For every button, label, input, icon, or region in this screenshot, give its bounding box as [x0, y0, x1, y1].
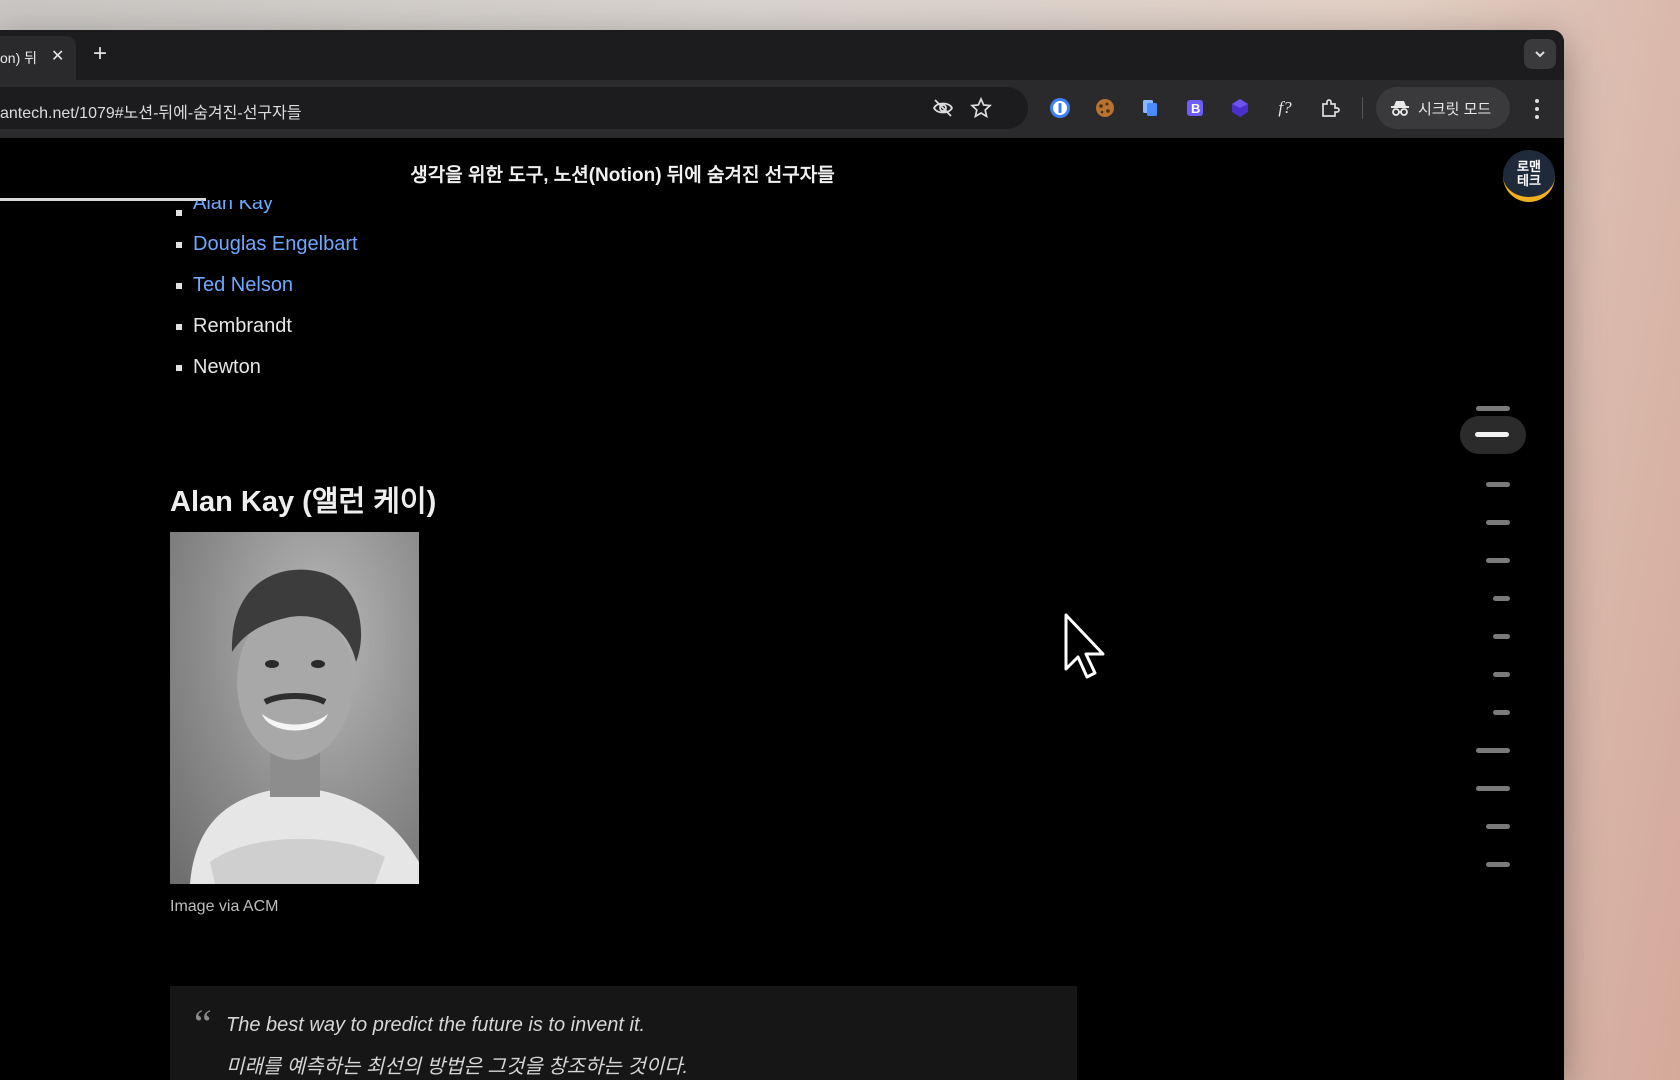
1password-icon[interactable] [1048, 96, 1072, 120]
image-caption: Image via ACM [170, 898, 279, 915]
incognito-icon [1391, 101, 1409, 116]
list-item-douglas-engelbart[interactable]: Douglas Engelbart [176, 232, 358, 273]
list-item-label[interactable]: Ted Nelson [193, 274, 293, 296]
toolbar-divider [1362, 97, 1363, 119]
logo-line2: 테크 [1517, 172, 1541, 188]
toc-marker[interactable] [1476, 748, 1510, 753]
alan-kay-portrait [170, 532, 419, 884]
toc-active-item[interactable] [1460, 416, 1526, 454]
new-tab-button[interactable]: + [93, 40, 107, 68]
star-icon[interactable] [970, 97, 992, 119]
quote-icon: “ [194, 1001, 212, 1046]
list-item-newton: Newton [176, 355, 358, 396]
toc-marker[interactable] [1493, 596, 1510, 601]
address-bar[interactable]: antech.net/1079#노션-뒤에-숨겨진-선구자들 [0, 87, 1028, 129]
list-item-ted-nelson[interactable]: Ted Nelson [176, 273, 358, 314]
list-item-label[interactable]: Douglas Engelbart [193, 233, 358, 255]
cookie-icon[interactable] [1093, 96, 1117, 120]
table-of-contents-rail [1460, 396, 1540, 876]
list-item-label: Rembrandt [193, 315, 292, 337]
list-item-label[interactable]: Alan Kay [193, 200, 273, 214]
tab-strip: on) 뒤 ✕ + [0, 30, 1564, 80]
toc-marker[interactable] [1486, 482, 1510, 487]
section-heading: Alan Kay (앨런 케이) [170, 486, 437, 518]
active-tab[interactable]: on) 뒤 ✕ [0, 36, 76, 80]
toc-marker[interactable] [1476, 406, 1510, 411]
eye-off-icon[interactable] [932, 97, 954, 119]
browser-toolbar: antech.net/1079#노션-뒤에-숨겨진-선구자들 B f? 시크릿 … [0, 80, 1564, 138]
toc-marker [1475, 432, 1509, 437]
page-title: 생각을 위한 도구, 노션(Notion) 뒤에 숨겨진 선구자들 [410, 165, 835, 186]
mouse-cursor-icon [1064, 613, 1105, 679]
tab-title: on) 뒤 [0, 50, 38, 66]
toc-marker[interactable] [1486, 558, 1510, 563]
page-content: 생각을 위한 도구, 노션(Notion) 뒤에 숨겨진 선구자들 로맨 테크 … [0, 138, 1564, 1080]
list-item-alan-kay[interactable]: Alan Kay [176, 200, 358, 232]
puzzle-icon[interactable] [1318, 96, 1342, 120]
chevron-down-icon [1535, 51, 1545, 58]
pioneer-list: Alan Kay Douglas Engelbart Ted Nelson Re… [176, 200, 358, 396]
gem-icon[interactable] [1228, 96, 1252, 120]
toc-marker[interactable] [1493, 710, 1510, 715]
toc-marker[interactable] [1493, 672, 1510, 677]
toc-marker[interactable] [1486, 862, 1510, 867]
toc-marker[interactable] [1493, 634, 1510, 639]
site-logo[interactable]: 로맨 테크 [1503, 150, 1555, 202]
bold-icon[interactable]: B [1183, 96, 1207, 120]
svg-text:B: B [1191, 101, 1200, 116]
incognito-button[interactable]: 시크릿 모드 [1376, 87, 1510, 129]
toc-marker[interactable] [1486, 824, 1510, 829]
tab-close-icon[interactable]: ✕ [51, 49, 64, 65]
toc-marker[interactable] [1476, 786, 1510, 791]
function-icon[interactable]: f? [1273, 96, 1297, 120]
toc-marker[interactable] [1486, 520, 1510, 525]
quote-english: The best way to predict the future is to… [226, 1014, 646, 1036]
tab-search-button[interactable] [1524, 39, 1556, 69]
list-item-label: Newton [193, 356, 261, 378]
quote-block: “ The best way to predict the future is … [170, 986, 1077, 1080]
browser-menu-icon[interactable] [1530, 96, 1544, 122]
browser-window: on) 뒤 ✕ + antech.net/1079#노션-뒤에-숨겨진-선구자들 [0, 30, 1564, 1080]
url-text[interactable]: antech.net/1079#노션-뒤에-숨겨진-선구자들 [0, 99, 302, 123]
copy-icon[interactable] [1138, 96, 1162, 120]
function-icon-label: f? [1278, 98, 1292, 117]
incognito-label: 시크릿 모드 [1418, 100, 1492, 118]
logo-line1: 로맨 [1517, 158, 1541, 174]
quote-korean: 미래를 예측하는 최선의 방법은 그것을 창조하는 것이다. [226, 1056, 689, 1078]
list-item-rembrandt: Rembrandt [176, 314, 358, 355]
